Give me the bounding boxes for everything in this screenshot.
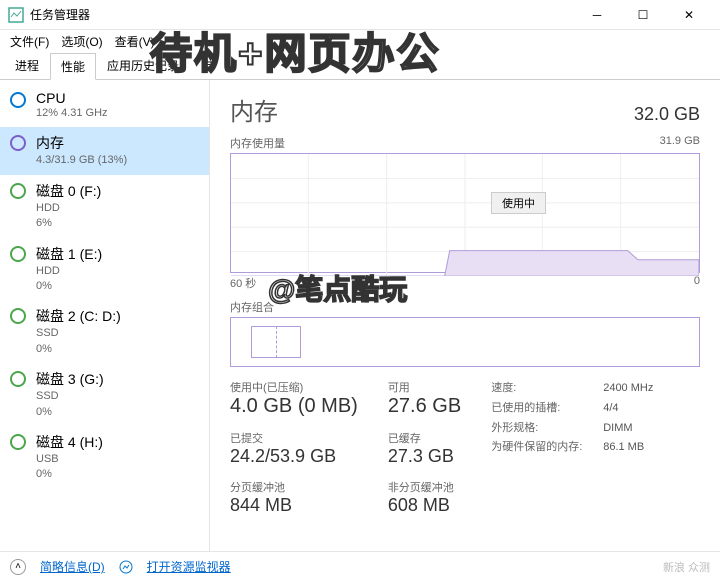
memory-composition: [230, 317, 700, 367]
detail-title: 内存: [230, 92, 278, 127]
tab-bar: 进程 性能 应用历史记录 启: [0, 52, 720, 80]
window-title: 任务管理器: [30, 6, 574, 23]
disk-ring-icon: [10, 246, 26, 262]
stat-cached: 27.3 GB: [388, 446, 461, 467]
detail-total: 32.0 GB: [634, 104, 700, 125]
menubar: 文件(F) 选项(O) 查看(V): [0, 30, 720, 52]
memory-usage-chart: 使用中: [230, 153, 700, 273]
chart-badge: 使用中: [491, 192, 546, 214]
stat-avail: 27.6 GB: [388, 395, 461, 418]
tab-processes[interactable]: 进程: [4, 52, 50, 79]
disk-ring-icon: [10, 434, 26, 450]
menu-view[interactable]: 查看(V): [109, 31, 161, 52]
close-button[interactable]: ✕: [666, 0, 712, 30]
stat-commit: 24.2/53.9 GB: [230, 446, 358, 467]
sidebar[interactable]: CPU12% 4.31 GHz 内存4.3/31.9 GB (13%) 磁盘 0…: [0, 80, 210, 551]
watermark: 新浪 众测: [663, 559, 710, 575]
disk-ring-icon: [10, 371, 26, 387]
memory-ring-icon: [10, 135, 26, 151]
sidebar-item-disk2[interactable]: 磁盘 2 (C: D:)SSD 0%: [0, 300, 209, 363]
menu-file[interactable]: 文件(F): [4, 31, 55, 52]
menu-options[interactable]: 选项(O): [55, 31, 108, 52]
memory-info: 速度:2400 MHz 已使用的插槽:4/4 外形规格:DIMM 为硬件保留的内…: [491, 379, 653, 520]
stat-nonpaged: 608 MB: [388, 495, 461, 516]
sidebar-item-disk3[interactable]: 磁盘 3 (G:)SSD 0%: [0, 363, 209, 426]
detail-pane: 内存 32.0 GB 内存使用量31.9 GB 使用中 60 秒0 内存组合 使…: [210, 80, 720, 551]
sidebar-item-memory[interactable]: 内存4.3/31.9 GB (13%): [0, 127, 209, 174]
cpu-ring-icon: [10, 92, 26, 108]
disk-ring-icon: [10, 308, 26, 324]
bottom-bar: ˄ 简略信息(D) 打开资源监视器: [0, 551, 720, 581]
maximize-button[interactable]: ☐: [620, 0, 666, 30]
app-icon: [8, 7, 24, 23]
disk-ring-icon: [10, 183, 26, 199]
stat-paged: 844 MB: [230, 495, 358, 516]
tab-apphistory[interactable]: 应用历史记录: [96, 52, 190, 79]
chevron-up-icon[interactable]: ˄: [10, 559, 26, 575]
tab-performance[interactable]: 性能: [50, 53, 96, 80]
open-resmon-link[interactable]: 打开资源监视器: [147, 558, 231, 575]
sidebar-item-disk1[interactable]: 磁盘 1 (E:)HDD 0%: [0, 238, 209, 301]
sidebar-item-cpu[interactable]: CPU12% 4.31 GHz: [0, 84, 209, 127]
titlebar: 任务管理器 ─ ☐ ✕: [0, 0, 720, 30]
sidebar-item-disk4[interactable]: 磁盘 4 (H:)USB 0%: [0, 426, 209, 489]
sidebar-item-disk0[interactable]: 磁盘 0 (F:)HDD 6%: [0, 175, 209, 238]
tab-startup[interactable]: 启: [190, 52, 224, 79]
resmon-icon: [119, 560, 133, 574]
brief-info-link[interactable]: 简略信息(D): [40, 558, 105, 575]
stat-inuse: 4.0 GB (0 MB): [230, 395, 358, 418]
minimize-button[interactable]: ─: [574, 0, 620, 30]
